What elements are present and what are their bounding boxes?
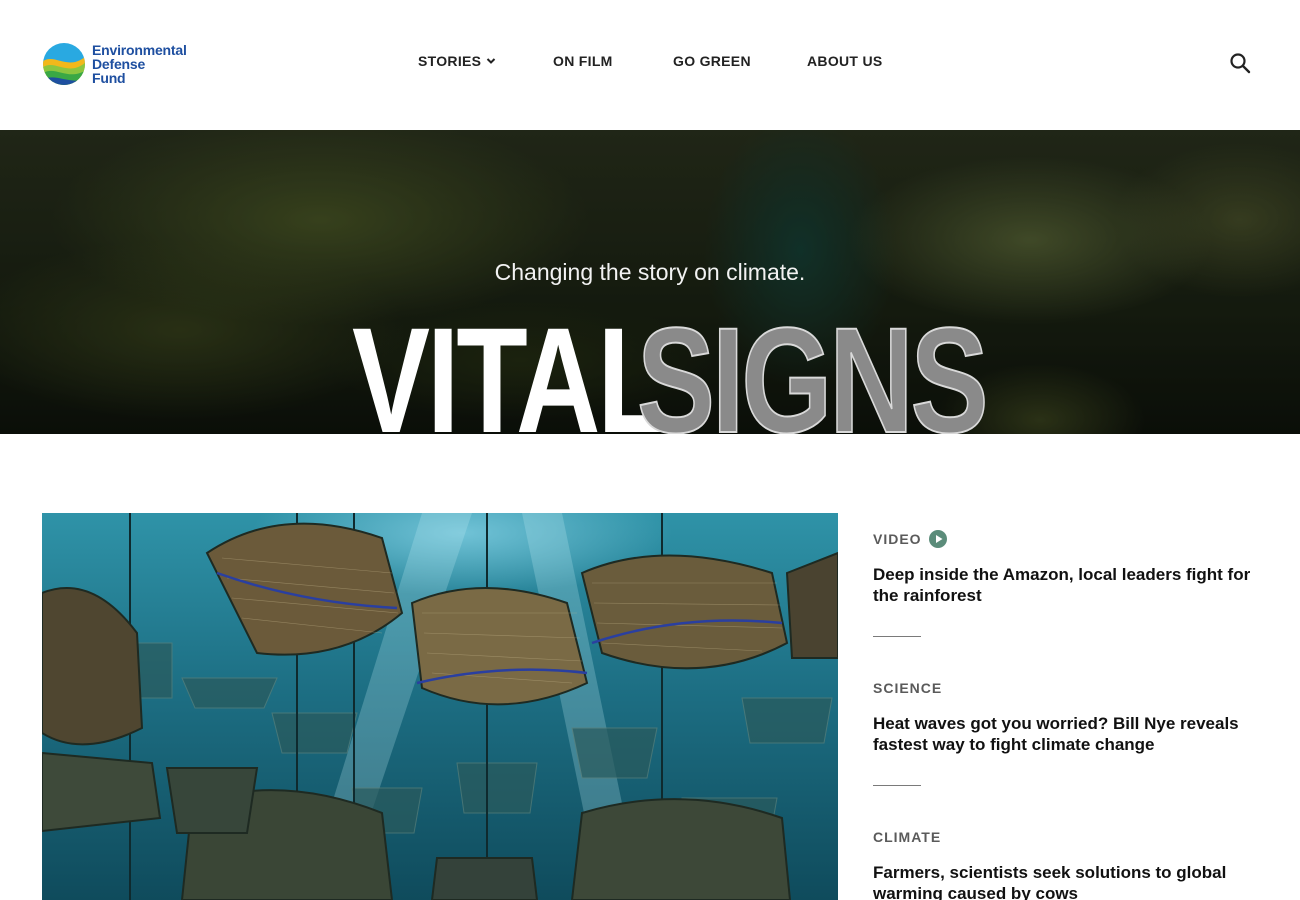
nav-go-green[interactable]: GO GREEN bbox=[673, 53, 807, 69]
main-nav: STORIES ON FILM GO GREEN ABOUT US bbox=[418, 53, 883, 69]
logo-line-3: Fund bbox=[92, 70, 126, 86]
site-header: Environmental Defense Fund STORIES ON FI… bbox=[0, 0, 1300, 130]
nav-on-film-label: ON FILM bbox=[553, 53, 613, 69]
story-category-label: CLIMATE bbox=[873, 829, 942, 845]
play-icon bbox=[928, 530, 947, 548]
hero-tagline: Changing the story on climate. bbox=[494, 259, 806, 285]
divider bbox=[873, 785, 921, 786]
nav-on-film[interactable]: ON FILM bbox=[553, 53, 673, 69]
hero-banner: Changing the story on climate. VITAL SIG… bbox=[0, 130, 1300, 434]
story-headline[interactable]: Deep inside the Amazon, local leaders fi… bbox=[873, 564, 1253, 606]
nav-stories[interactable]: STORIES bbox=[418, 53, 553, 69]
feature-image[interactable] bbox=[42, 513, 838, 900]
story-item[interactable]: VIDEO Deep inside the Amazon, local lead… bbox=[873, 528, 1253, 606]
chevron-down-icon bbox=[487, 58, 496, 64]
story-category-label: SCIENCE bbox=[873, 680, 943, 696]
story-category-label: VIDEO bbox=[873, 531, 922, 547]
story-category: VIDEO bbox=[873, 528, 1253, 550]
search-icon[interactable] bbox=[1228, 51, 1252, 75]
edf-logo-icon bbox=[43, 43, 85, 85]
nav-stories-label: STORIES bbox=[418, 53, 482, 69]
nav-about-us[interactable]: ABOUT US bbox=[807, 53, 883, 69]
story-headline[interactable]: Farmers, scientists seek solutions to gl… bbox=[873, 862, 1253, 900]
divider bbox=[873, 636, 921, 637]
story-category: CLIMATE bbox=[873, 826, 1253, 848]
story-headline[interactable]: Heat waves got you worried? Bill Nye rev… bbox=[873, 713, 1253, 755]
logo-line-2: Defense bbox=[92, 56, 146, 72]
story-category: SCIENCE bbox=[873, 677, 1253, 699]
logo-line-1: Environmental bbox=[92, 42, 187, 58]
hero-title: VITAL SIGNS bbox=[352, 296, 1084, 434]
hero-title-vital: VITAL bbox=[352, 296, 669, 434]
nav-about-us-label: ABOUT US bbox=[807, 53, 883, 69]
logo-wordmark: Environmental Defense Fund bbox=[92, 43, 187, 85]
edf-logo[interactable]: Environmental Defense Fund bbox=[42, 42, 187, 86]
story-item[interactable]: CLIMATE Farmers, scientists seek solutio… bbox=[873, 826, 1253, 900]
nav-go-green-label: GO GREEN bbox=[673, 53, 751, 69]
story-item[interactable]: SCIENCE Heat waves got you worried? Bill… bbox=[873, 677, 1253, 755]
oyster-baskets-illustration bbox=[42, 513, 838, 900]
hero-title-signs: SIGNS bbox=[636, 296, 989, 434]
side-stories: VIDEO Deep inside the Amazon, local lead… bbox=[873, 528, 1253, 900]
